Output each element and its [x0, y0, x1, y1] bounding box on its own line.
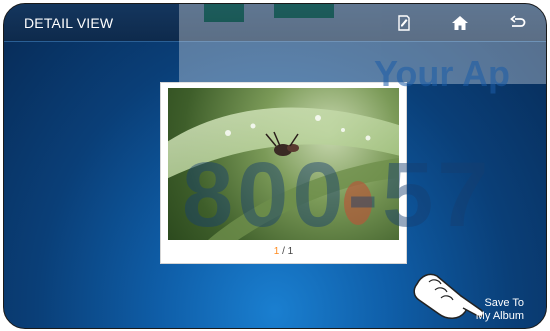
home-icon [452, 16, 468, 30]
back-arrow-icon [510, 15, 526, 27]
memo-button[interactable] [389, 11, 419, 35]
save-label-line2: My Album [475, 310, 524, 322]
page-separator: / [282, 246, 285, 257]
photo-frame: 1 / 1 [160, 82, 407, 264]
edit-memo-icon [398, 15, 410, 31]
back-button[interactable] [503, 11, 533, 35]
home-button[interactable] [445, 11, 475, 35]
save-label-line1: Save To [484, 297, 524, 309]
page-total: 1 [287, 246, 294, 257]
page-counter: 1 / 1 [161, 246, 406, 257]
page-current: 1 [273, 246, 280, 257]
photo-image[interactable] [168, 88, 399, 240]
top-bar: DETAIL VIEW [4, 4, 546, 42]
device-screen: DETAIL VIEW 1 / 1 Your Ap 800-57 Save To… [3, 3, 547, 329]
dragonfly-photo-graphic [168, 107, 399, 240]
page-title: DETAIL VIEW [24, 15, 114, 31]
save-to-my-album-button[interactable]: Save To My Album [476, 297, 524, 323]
